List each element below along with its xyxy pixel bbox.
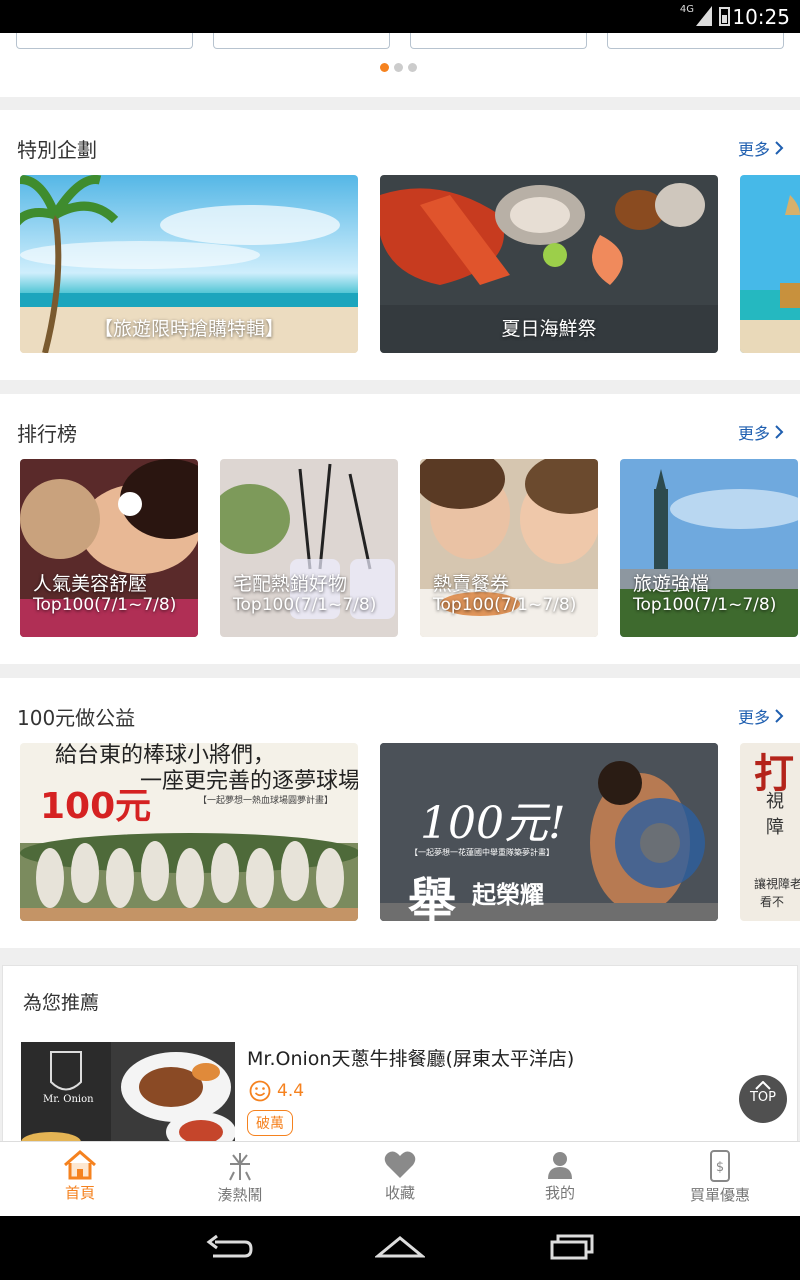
battery-icon [719,7,730,26]
nav-favorites[interactable]: 收藏 [320,1142,480,1216]
rating: 4.4 [249,1080,304,1102]
recommend-item[interactable]: Mr. Onion Mr.Onion天蔥牛排餐廳(屏東太平洋店) 4.4 破萬 [21,1042,791,1141]
charity-section: 100元做公益 更多 給台東的棒球小將們， 一座更完善的逐夢球場 100元 【一… [0,678,800,948]
ranking-section: 排行榜 更多 人氣美容舒壓 Top100(7/1~7/8) 宅配熱銷好物 Top… [0,394,800,664]
tile-title: 人氣美容舒壓 [33,573,148,595]
section-title: 為您推薦 [23,992,100,1014]
quick-card[interactable] [607,33,784,49]
special-section: 特別企劃 更多 【旅遊限時搶購特輯】 夏日海鮮祭 [0,110,800,380]
steak-photo [21,1042,235,1141]
more-label: 更多 [737,140,770,159]
home-icon [64,1150,96,1180]
chevron-right-icon [775,425,784,439]
network-type: 4G [679,4,694,15]
carousel-dot [408,63,417,72]
nav-label: 收藏 [384,1184,415,1202]
charity-line2: 一座更完善的逐夢球場 [140,769,358,794]
chevron-right-icon [775,709,784,723]
tile-period: Top100(7/1~7/8) [33,595,177,615]
smile-icon [249,1080,271,1102]
section-title: 排行榜 [17,422,77,446]
banner-caption: 【旅遊限時搶購特輯】 [93,318,284,340]
bottom-navigation: 首頁 湊熱鬧 收藏 我的 $ 買單優惠 [0,1141,800,1216]
ranking-tile-beauty[interactable]: 人氣美容舒壓 Top100(7/1~7/8) [20,459,198,637]
clock: 10:25 [732,5,790,29]
carousel-dot [380,63,389,72]
tile-title: 熱賣餐券 [433,573,510,595]
banner-caption: 夏日海鮮祭 [501,318,597,340]
charity-peek-line3: 看不 [760,895,785,909]
system-navigation-bar [0,1216,800,1280]
nav-label: 首頁 [64,1184,95,1202]
fireworks-icon [229,1153,251,1181]
next-banner-peek[interactable] [740,175,800,353]
sales-badge: 破萬 [247,1110,293,1136]
charity-peek-line1: 視障 [766,791,784,838]
more-label: 更多 [737,424,770,443]
quick-menu-carousel [0,33,800,97]
quick-card[interactable] [410,33,587,49]
heart-icon [384,1151,416,1178]
tile-period: Top100(7/1~7/8) [433,595,577,615]
signal-icon [696,6,712,26]
more-label: 更多 [737,708,770,727]
tile-title: 旅遊強檔 [633,573,710,595]
scroll-top-button[interactable]: TOP [739,1075,787,1123]
phone-dollar-icon: $ [710,1150,730,1182]
restaurant-photo: Mr. Onion [21,1042,235,1141]
nav-profile[interactable]: 我的 [480,1142,640,1216]
charity-amount: 100元! [420,798,566,849]
charity-subtitle: 【一起夢想一花蓮國中舉重隊築夢計畫】 [410,848,554,857]
nav-pay-deals[interactable]: $ 買單優惠 [640,1142,800,1216]
svg-text:$: $ [716,1160,724,1175]
carousel-dot [394,63,403,72]
home-feed[interactable]: 特別企劃 更多 【旅遊限時搶購特輯】 夏日海鮮祭 排行榜 更多 人氣美容舒壓 T… [0,33,800,1141]
recommend-section: 為您推薦 Mr. Onion Mr.Onion天蔥牛排餐廳(屏東太平洋店) 4.… [2,965,798,1141]
chevron-right-icon [775,141,784,155]
charity-weightlifting-banner[interactable]: 100元! 【一起夢想一花蓮國中舉重隊築夢計畫】 舉 起榮耀 [380,743,718,921]
special-more-link[interactable]: 更多 [738,136,784,160]
logo-text: Mr. Onion [43,1094,94,1105]
tile-period: Top100(7/1~7/8) [233,595,377,615]
section-title: 特別企劃 [17,138,97,162]
status-bar: 4G 10:25 [0,0,800,33]
rating-value: 4.4 [277,1081,305,1101]
ranking-more-link[interactable]: 更多 [738,420,784,444]
ranking-tile-travel[interactable]: 旅遊強檔 Top100(7/1~7/8) [620,459,798,637]
chevron-up-icon [755,1081,771,1090]
next-charity-peek[interactable]: 打 視障 讓視障老 看不 [740,743,800,921]
recent-apps-icon[interactable] [548,1234,596,1260]
beach-photo [740,175,800,353]
charity-more-link[interactable]: 更多 [738,704,784,728]
quick-card[interactable] [213,33,390,49]
person-icon [548,1152,572,1179]
nav-label: 買單優惠 [689,1186,750,1204]
restaurant-name: Mr.Onion天蔥牛排餐廳(屏東太平洋店) [247,1048,575,1070]
nav-label: 湊熱鬧 [217,1186,263,1204]
home-button-icon[interactable] [375,1234,425,1260]
nav-events[interactable]: 湊熱鬧 [160,1142,320,1216]
ranking-tile-dining[interactable]: 熱賣餐券 Top100(7/1~7/8) [420,459,598,637]
charity-baseball-banner[interactable]: 給台東的棒球小將們， 一座更完善的逐夢球場 100元 【一起夢想一熱血球場圓夢計… [20,743,358,921]
charity-amount: 100元 [40,786,152,827]
tile-period: Top100(7/1~7/8) [633,595,777,615]
charity-slogan-big: 舉 [408,873,457,921]
carousel-indicator [380,63,417,72]
tile-title: 宅配熱銷好物 [233,573,348,595]
charity-peek-line2: 讓視障老 [754,877,800,891]
ranking-tile-delivery[interactable]: 宅配熱銷好物 Top100(7/1~7/8) [220,459,398,637]
nav-home[interactable]: 首頁 [0,1142,160,1216]
scroll-top-label: TOP [749,1090,776,1105]
nav-label: 我的 [544,1184,575,1202]
seafood-festival-banner[interactable]: 夏日海鮮祭 [380,175,718,353]
back-icon[interactable] [205,1234,253,1260]
section-title: 100元做公益 [17,706,136,730]
charity-slogan: 起榮耀 [472,881,544,909]
travel-sale-banner[interactable]: 【旅遊限時搶購特輯】 [20,175,358,353]
charity-subtitle: 【一起夢想一熱血球場圓夢計畫】 [198,796,334,806]
quick-card[interactable] [16,33,193,49]
